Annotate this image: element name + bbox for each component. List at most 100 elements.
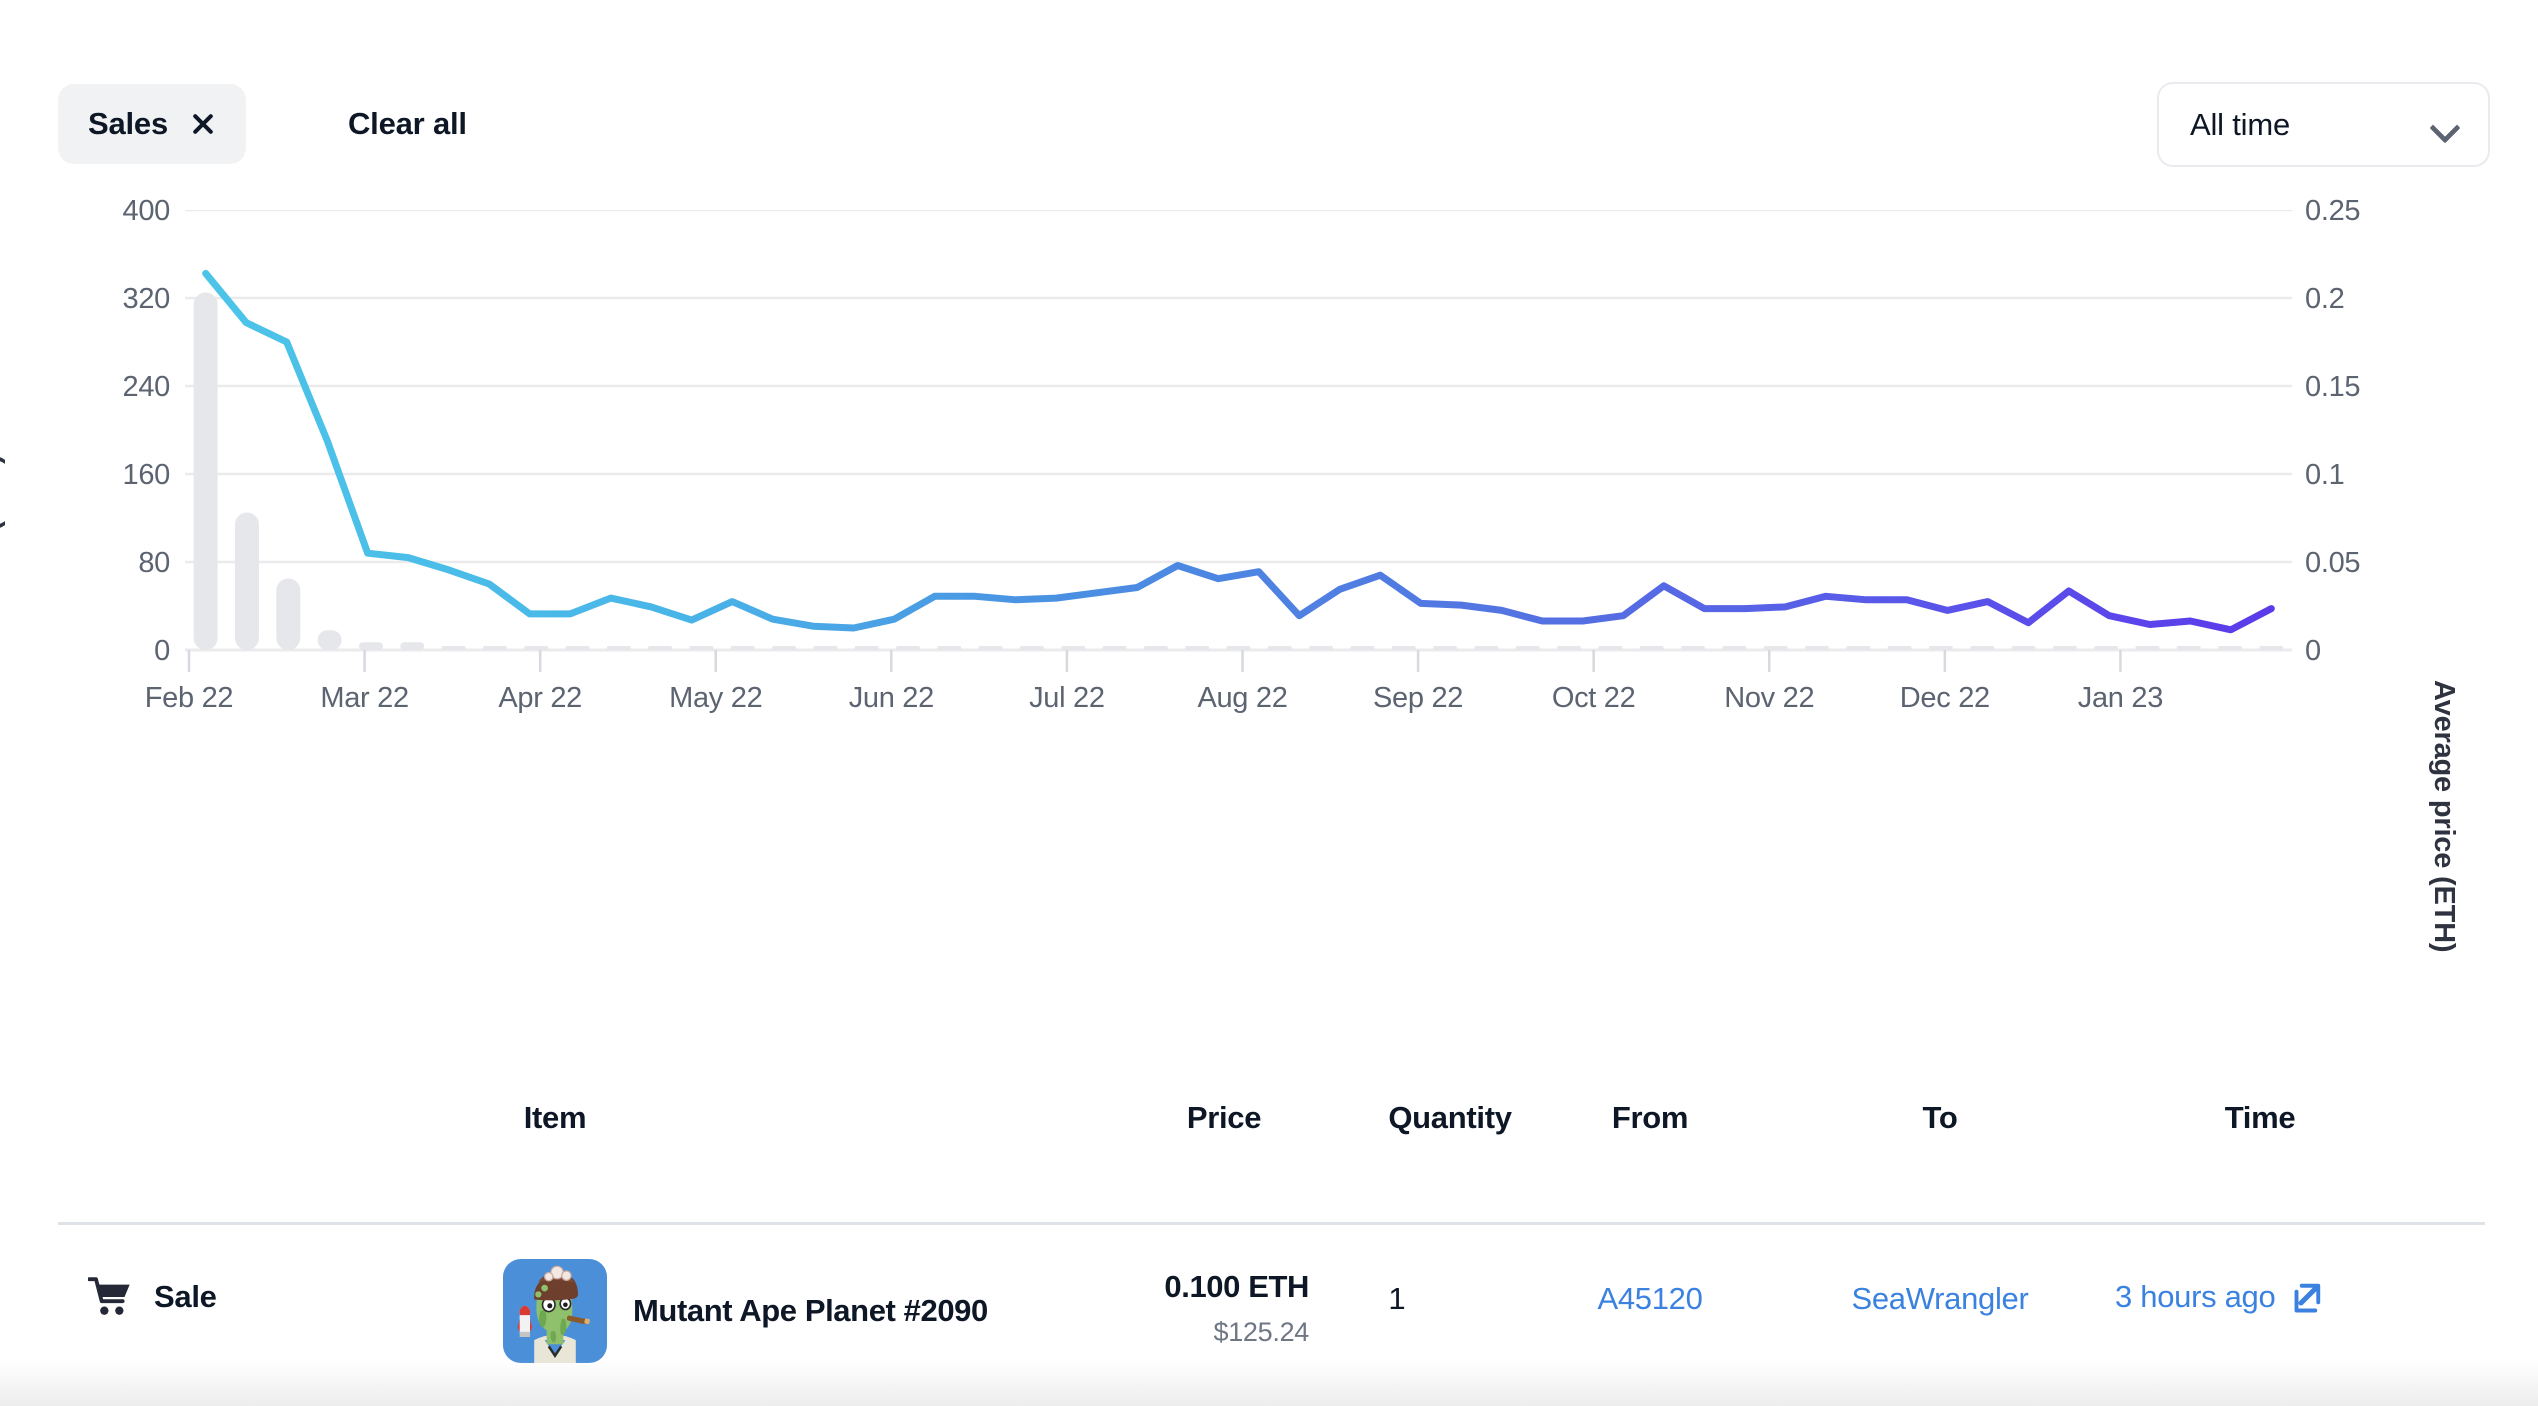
clear-all-button[interactable]: Clear all xyxy=(348,84,467,164)
filter-chip-sales[interactable]: Sales xyxy=(58,84,247,164)
x-axis-label: Feb 22 xyxy=(144,682,234,714)
chart-bar xyxy=(2094,646,2119,650)
sales-analytics-page: Sales Clear all All time Volume (ETH) Av… xyxy=(0,0,2538,1406)
column-header-quantity[interactable]: Quantity xyxy=(1340,1100,1560,1136)
to-link[interactable]: SeaWrangler xyxy=(1851,1281,2028,1316)
x-axis-label: Nov 22 xyxy=(1724,682,1815,714)
x-axis-label: Jul 22 xyxy=(1029,682,1105,714)
chart-bar xyxy=(1639,646,1664,650)
chart-bar xyxy=(1350,646,1375,650)
chart-bar xyxy=(2135,646,2160,650)
chart-bar xyxy=(193,292,218,650)
chart-bar xyxy=(978,646,1003,650)
x-axis-label: Jun 22 xyxy=(848,682,935,714)
chart-bar xyxy=(1185,646,1210,650)
volume-price-chart[interactable]: Volume (ETH) Average price (ETH) 400 320… xyxy=(0,195,2538,952)
from-cell: A45120 xyxy=(1550,1281,1750,1317)
external-link-icon[interactable] xyxy=(2289,1279,2325,1315)
from-link[interactable]: A45120 xyxy=(1597,1281,1702,1316)
chart-bar xyxy=(772,646,797,650)
price-eth: 0.100 ETH xyxy=(1164,1269,1309,1304)
chart-bar xyxy=(1267,646,1292,650)
chart-bar xyxy=(2011,646,2036,650)
quantity-cell: 1 xyxy=(1388,1281,1406,1316)
x-axis-label: Mar 22 xyxy=(320,682,409,714)
chart-bar xyxy=(234,512,259,650)
chart-bar xyxy=(606,646,631,650)
chart-bar xyxy=(1019,646,1044,650)
chart-bar xyxy=(565,646,590,650)
chart-bar xyxy=(317,630,342,650)
column-header-price[interactable]: Price xyxy=(1139,1100,1309,1136)
chart-bar xyxy=(937,646,962,650)
clear-all-label: Clear all xyxy=(348,106,467,141)
x-axis-label: Apr 22 xyxy=(498,682,582,714)
chart-bar xyxy=(1887,646,1912,650)
chart-bar xyxy=(1391,646,1416,650)
price-usd: $125.24 xyxy=(1213,1317,1310,1347)
chart-bar xyxy=(1474,646,1499,650)
chart-bar xyxy=(1804,646,1829,650)
chart-bar xyxy=(1557,646,1581,650)
x-axis-label: May 22 xyxy=(669,682,763,714)
chart-bar xyxy=(813,646,838,650)
filter-bar: Sales Clear all All time xyxy=(0,82,2538,167)
chart-bar xyxy=(2176,646,2201,650)
item-name[interactable]: Mutant Ape Planet #2090 xyxy=(633,1293,988,1329)
chart-bar xyxy=(1598,646,1623,650)
chart-bar xyxy=(2052,646,2077,650)
chart-bar xyxy=(358,642,383,650)
chart-bar xyxy=(1722,646,1747,650)
chart-bar xyxy=(689,646,714,650)
chart-bar xyxy=(1309,646,1334,650)
bottom-fade xyxy=(0,1360,2538,1406)
chart-bar xyxy=(400,642,425,650)
chart-bar xyxy=(2259,646,2284,650)
chart-bar xyxy=(2218,646,2243,650)
time-range-select[interactable]: All time xyxy=(2157,82,2490,167)
x-axis-label: Sep 22 xyxy=(1373,682,1464,714)
table-row[interactable]: Sale Mutant Ape Planet #2090 0.100 ETH $… xyxy=(0,1245,2538,1365)
chart-price-line xyxy=(202,269,2275,634)
chart-bar xyxy=(1102,646,1127,650)
chart-bar xyxy=(524,646,549,650)
time-range-value: All time xyxy=(2190,106,2291,142)
filter-chip-label: Sales xyxy=(88,106,169,141)
x-axis-label: Jan 23 xyxy=(2077,682,2164,714)
shopping-cart-icon xyxy=(88,1277,130,1315)
column-header-time[interactable]: Time xyxy=(2110,1100,2410,1136)
table-header-row: Item Price Quantity From To Time xyxy=(0,1100,2538,1162)
chart-x-tick-marks xyxy=(187,650,2122,672)
x-axis-label: Aug 22 xyxy=(1197,682,1288,714)
chart-bar xyxy=(1680,646,1705,650)
to-cell: SeaWrangler xyxy=(1790,1281,2090,1317)
column-header-from[interactable]: From xyxy=(1545,1100,1755,1136)
close-icon[interactable] xyxy=(190,111,216,137)
event-cell: Sale xyxy=(88,1277,217,1317)
column-header-item[interactable]: Item xyxy=(440,1100,670,1136)
column-header-to[interactable]: To xyxy=(1790,1100,2090,1136)
chart-plot-area xyxy=(185,210,2292,672)
chart-gridlines xyxy=(185,210,2292,652)
chart-bar xyxy=(1846,646,1871,650)
chart-bar xyxy=(1970,646,1995,650)
chart-bar xyxy=(648,646,673,650)
table-divider xyxy=(58,1222,2485,1225)
chart-bar xyxy=(1515,646,1540,650)
chart-bar xyxy=(854,646,879,650)
chart-bar xyxy=(1928,646,1953,650)
chart-bar xyxy=(1763,646,1788,650)
chart-bar xyxy=(482,646,507,650)
item-cell[interactable]: Mutant Ape Planet #2090 xyxy=(503,1259,988,1363)
chart-bar xyxy=(1226,646,1251,650)
mutant-ape-avatar[interactable] xyxy=(503,1259,607,1363)
chart-bar xyxy=(730,646,755,650)
chart-bar xyxy=(1433,646,1458,650)
price-cell: 0.100 ETH $125.24 xyxy=(1129,1269,1309,1348)
time-cell: 3 hours ago xyxy=(2115,1279,2415,1315)
chart-bar xyxy=(276,578,301,650)
chart-bar xyxy=(896,646,920,650)
time-link[interactable]: 3 hours ago xyxy=(2115,1279,2276,1315)
chart-bar xyxy=(441,646,466,650)
x-axis-label: Dec 22 xyxy=(1899,682,1990,714)
